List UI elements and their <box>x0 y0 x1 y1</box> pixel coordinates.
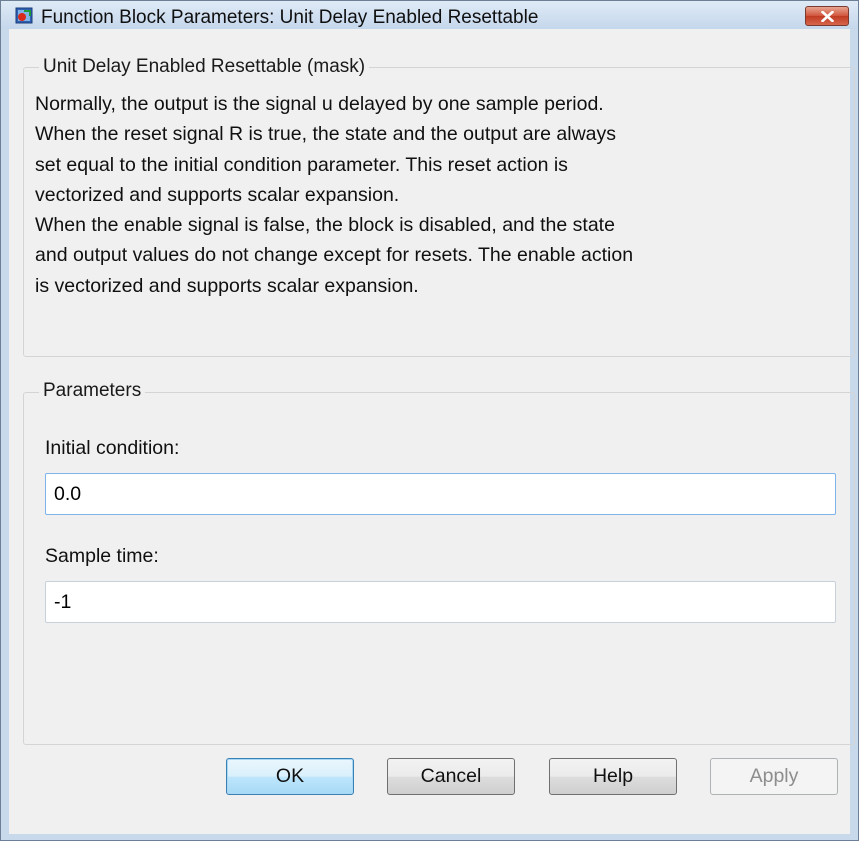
sample-time-input[interactable] <box>45 581 836 623</box>
description-group-title: Unit Delay Enabled Resettable (mask) <box>39 56 370 78</box>
help-button[interactable]: Help <box>549 758 677 795</box>
sample-time-label: Sample time: <box>45 545 159 567</box>
initial-condition-input[interactable] <box>45 473 836 515</box>
simulink-block-icon <box>15 7 33 24</box>
initial-condition-label: Initial condition: <box>45 437 180 459</box>
close-icon <box>821 11 834 22</box>
dialog-window: Function Block Parameters: Unit Delay En… <box>0 0 859 841</box>
close-button[interactable] <box>805 6 849 26</box>
cancel-button[interactable]: Cancel <box>387 758 515 795</box>
title-bar[interactable]: Function Block Parameters: Unit Delay En… <box>1 1 858 29</box>
parameters-group-title: Parameters <box>39 380 146 402</box>
apply-button[interactable]: Apply <box>710 758 838 795</box>
window-title: Function Block Parameters: Unit Delay En… <box>41 7 539 28</box>
ok-button[interactable]: OK <box>226 758 354 795</box>
block-description: Normally, the output is the signal u del… <box>35 93 634 297</box>
